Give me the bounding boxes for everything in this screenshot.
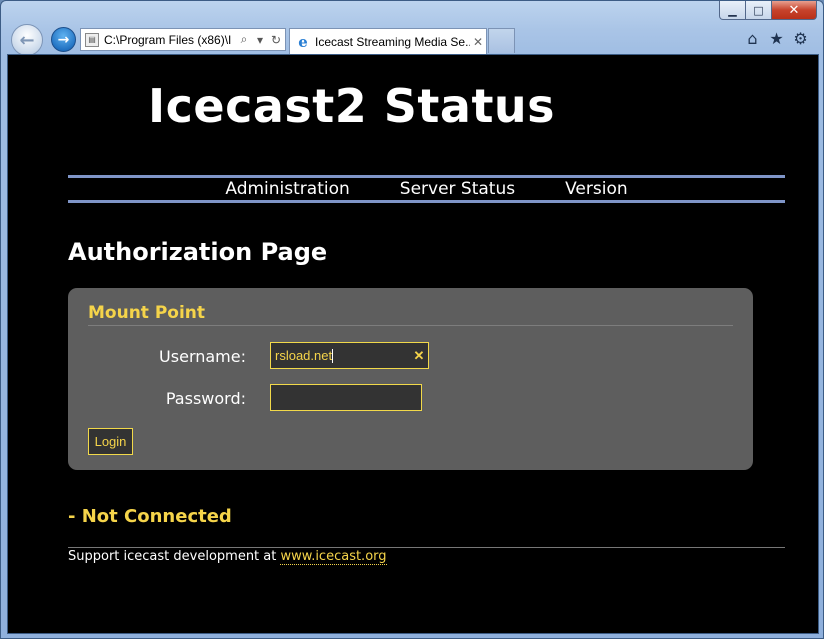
dropdown-icon[interactable]: ▾ (253, 33, 267, 47)
username-label: Username: (159, 347, 246, 366)
browser-toolbar: ⌂ ★ ⚙ (744, 30, 809, 47)
login-panel: Mount Point Username: rsload.net ✕ Passw… (68, 288, 753, 470)
connection-status: - Not Connected (68, 506, 232, 527)
footer: Support icecast development at www.iceca… (68, 549, 387, 565)
nav-version[interactable]: Version (565, 179, 628, 199)
panel-title: Mount Point (88, 303, 206, 323)
main-nav: Administration Server Status Version (68, 175, 785, 203)
username-value: rsload.net (275, 347, 333, 363)
back-button[interactable]: ← (11, 24, 43, 56)
ie-icon: e (298, 32, 308, 51)
tab-close-icon[interactable]: ✕ (470, 35, 486, 49)
arrow-right-icon: → (57, 31, 70, 48)
password-field[interactable] (270, 384, 422, 411)
browser-window: ▁ □ ✕ ← → ▤ C:\Program Files (x86)\I ⌕ ▾… (0, 0, 824, 639)
minimize-button[interactable]: ▁ (719, 1, 746, 20)
search-icon[interactable]: ⌕ (237, 32, 251, 47)
password-label: Password: (165, 389, 246, 408)
nav-server-status[interactable]: Server Status (400, 179, 515, 199)
text-caret (332, 349, 334, 364)
address-url[interactable]: C:\Program Files (x86)\I (104, 33, 237, 47)
page-icon: ▤ (85, 32, 99, 47)
window-controls: ▁ □ ✕ (719, 1, 817, 20)
clear-icon[interactable]: ✕ (410, 348, 428, 364)
username-field[interactable]: rsload.net ✕ (270, 342, 429, 369)
tab-icecast[interactable]: e Icecast Streaming Media Se... ✕ (289, 28, 487, 54)
refresh-icon[interactable]: ↻ (269, 33, 283, 47)
star-icon[interactable]: ★ (768, 30, 785, 47)
icecast-link[interactable]: www.icecast.org (280, 549, 387, 565)
new-tab-button[interactable] (488, 28, 515, 53)
gear-icon[interactable]: ⚙ (792, 30, 809, 47)
tab-title: Icecast Streaming Media Se... (315, 34, 470, 49)
panel-divider (88, 325, 733, 326)
home-icon[interactable]: ⌂ (744, 30, 761, 47)
forward-button[interactable]: → (51, 27, 76, 52)
icecast-page: Icecast2 Status Administration Server St… (8, 55, 818, 633)
site-title: Icecast2 Status (148, 79, 556, 133)
nav-administration[interactable]: Administration (225, 179, 349, 199)
page-viewport: Icecast2 Status Administration Server St… (7, 54, 819, 634)
footer-divider (68, 547, 785, 548)
close-button[interactable]: ✕ (772, 1, 817, 20)
page-title: Authorization Page (68, 238, 328, 266)
footer-text: Support icecast development at (68, 549, 281, 564)
arrow-left-icon: ← (19, 29, 35, 51)
login-button[interactable]: Login (88, 428, 133, 455)
maximize-button[interactable]: □ (746, 1, 772, 20)
address-bar[interactable]: ▤ C:\Program Files (x86)\I ⌕ ▾ ↻ (80, 28, 286, 51)
